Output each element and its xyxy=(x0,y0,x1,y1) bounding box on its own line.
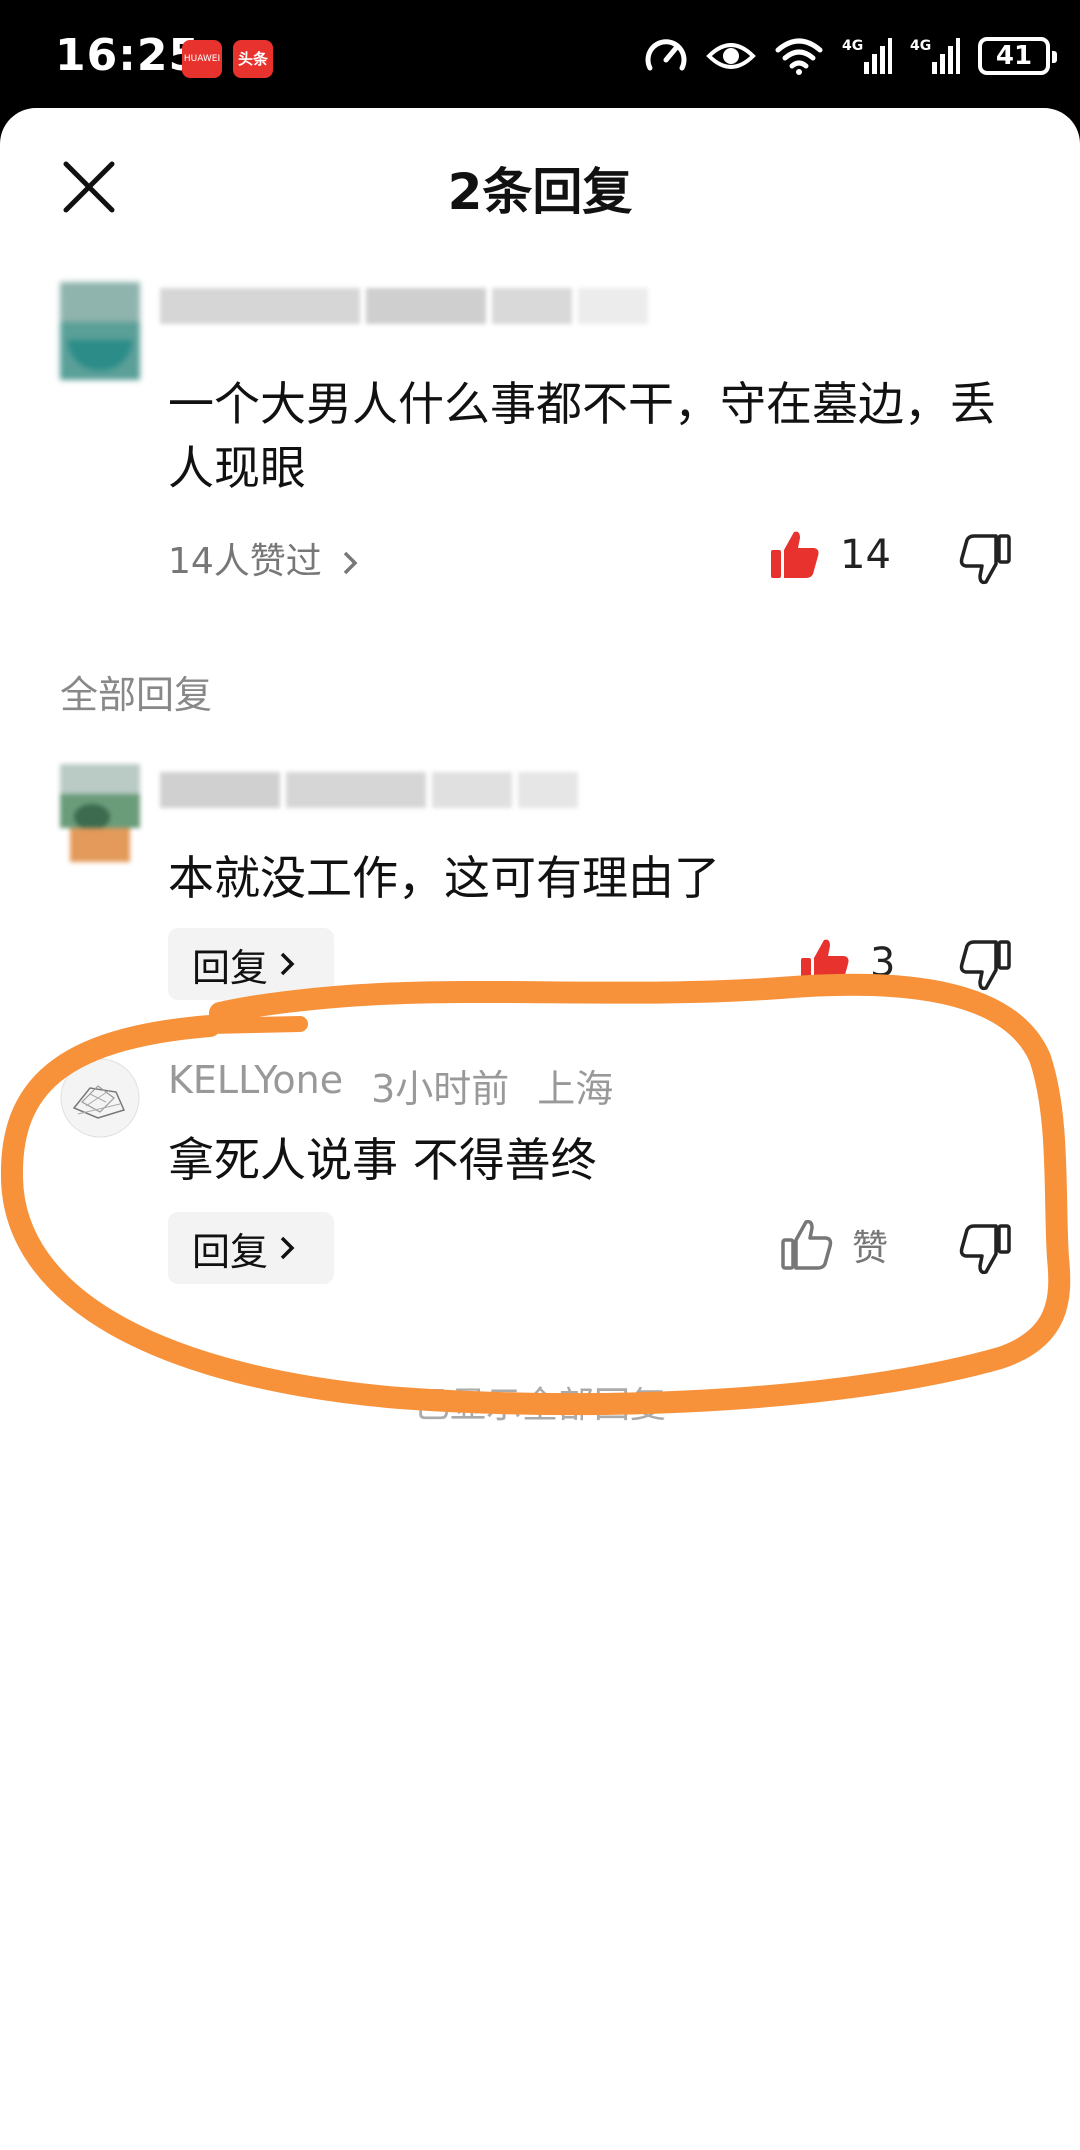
wifi-icon xyxy=(775,38,823,75)
reply-button[interactable]: 回复 xyxy=(168,928,334,1000)
location: 上海 xyxy=(537,1067,614,1111)
signal-4g-icon: 4G xyxy=(842,38,892,74)
thumbs-up-filled-icon xyxy=(771,531,819,578)
reply-label: 回复 xyxy=(192,1229,269,1274)
avatar[interactable] xyxy=(60,764,140,862)
avatar[interactable] xyxy=(60,282,140,380)
reply-label: 回复 xyxy=(192,945,269,990)
footer-text: 已显示全部回复 xyxy=(413,1385,666,1426)
svg-text:4G: 4G xyxy=(842,38,863,54)
chevron-right-icon xyxy=(280,952,295,976)
reply-meta: KELLYone 3小时前 上海 xyxy=(168,1058,613,1113)
likes-link-label: 14人赞过 xyxy=(168,541,322,582)
eye-icon xyxy=(706,43,756,69)
thumbs-down-icon[interactable] xyxy=(958,938,1012,992)
status-icons: 4G 4G 41 xyxy=(644,34,1057,78)
comment-text: 本就没工作，这可有理由了 xyxy=(168,851,720,905)
likes-link[interactable]: 14人赞过 xyxy=(168,532,361,584)
chevron-right-icon xyxy=(344,551,358,575)
huawei-app-icon: HUAWEI xyxy=(182,40,222,78)
like-count: 14 xyxy=(840,532,891,578)
username-blurred[interactable] xyxy=(160,772,584,822)
thumbs-down-icon[interactable] xyxy=(958,1222,1012,1276)
comment-text: 一个大男人什么事都不干，守在墓边，丢人现眼 xyxy=(168,377,996,495)
timestamp: 3小时前 xyxy=(371,1067,510,1111)
like-label: 赞 xyxy=(852,1228,889,1269)
username-blurred[interactable] xyxy=(160,288,654,338)
page-title: 2条回复 xyxy=(447,163,633,221)
speedometer-icon xyxy=(645,39,687,71)
toutiao-app-icon: 头条 xyxy=(233,40,273,78)
thumbs-up-icon xyxy=(781,1219,833,1270)
signal-4g-icon: 4G xyxy=(910,38,960,74)
chevron-right-icon xyxy=(280,1236,295,1260)
svg-text:4G: 4G xyxy=(910,38,931,54)
replies-sheet: 2条回复 一个大男人什么事都不干，守在墓边，丢人现眼 14人赞过 14 全部回复 xyxy=(0,108,1080,2150)
battery-indicator: 41 xyxy=(978,37,1057,75)
thumbs-down-icon[interactable] xyxy=(958,532,1012,586)
thumbs-up-filled-icon xyxy=(801,939,849,986)
username[interactable]: KELLYone xyxy=(168,1058,343,1113)
like-button[interactable]: 14 xyxy=(768,528,891,582)
status-bar: 16:25 HUAWEI 头条 4G 4G 41 xyxy=(0,0,1080,110)
reply-button[interactable]: 回复 xyxy=(168,1212,334,1284)
like-button[interactable]: 赞 xyxy=(780,1218,888,1272)
like-button[interactable]: 3 xyxy=(798,936,895,990)
status-time: 16:25 xyxy=(55,30,201,81)
section-label: 全部回复 xyxy=(60,673,213,717)
like-count: 3 xyxy=(870,940,896,986)
avatar[interactable] xyxy=(60,1058,140,1138)
comment-text: 拿死人说事 不得善终 xyxy=(168,1133,597,1187)
